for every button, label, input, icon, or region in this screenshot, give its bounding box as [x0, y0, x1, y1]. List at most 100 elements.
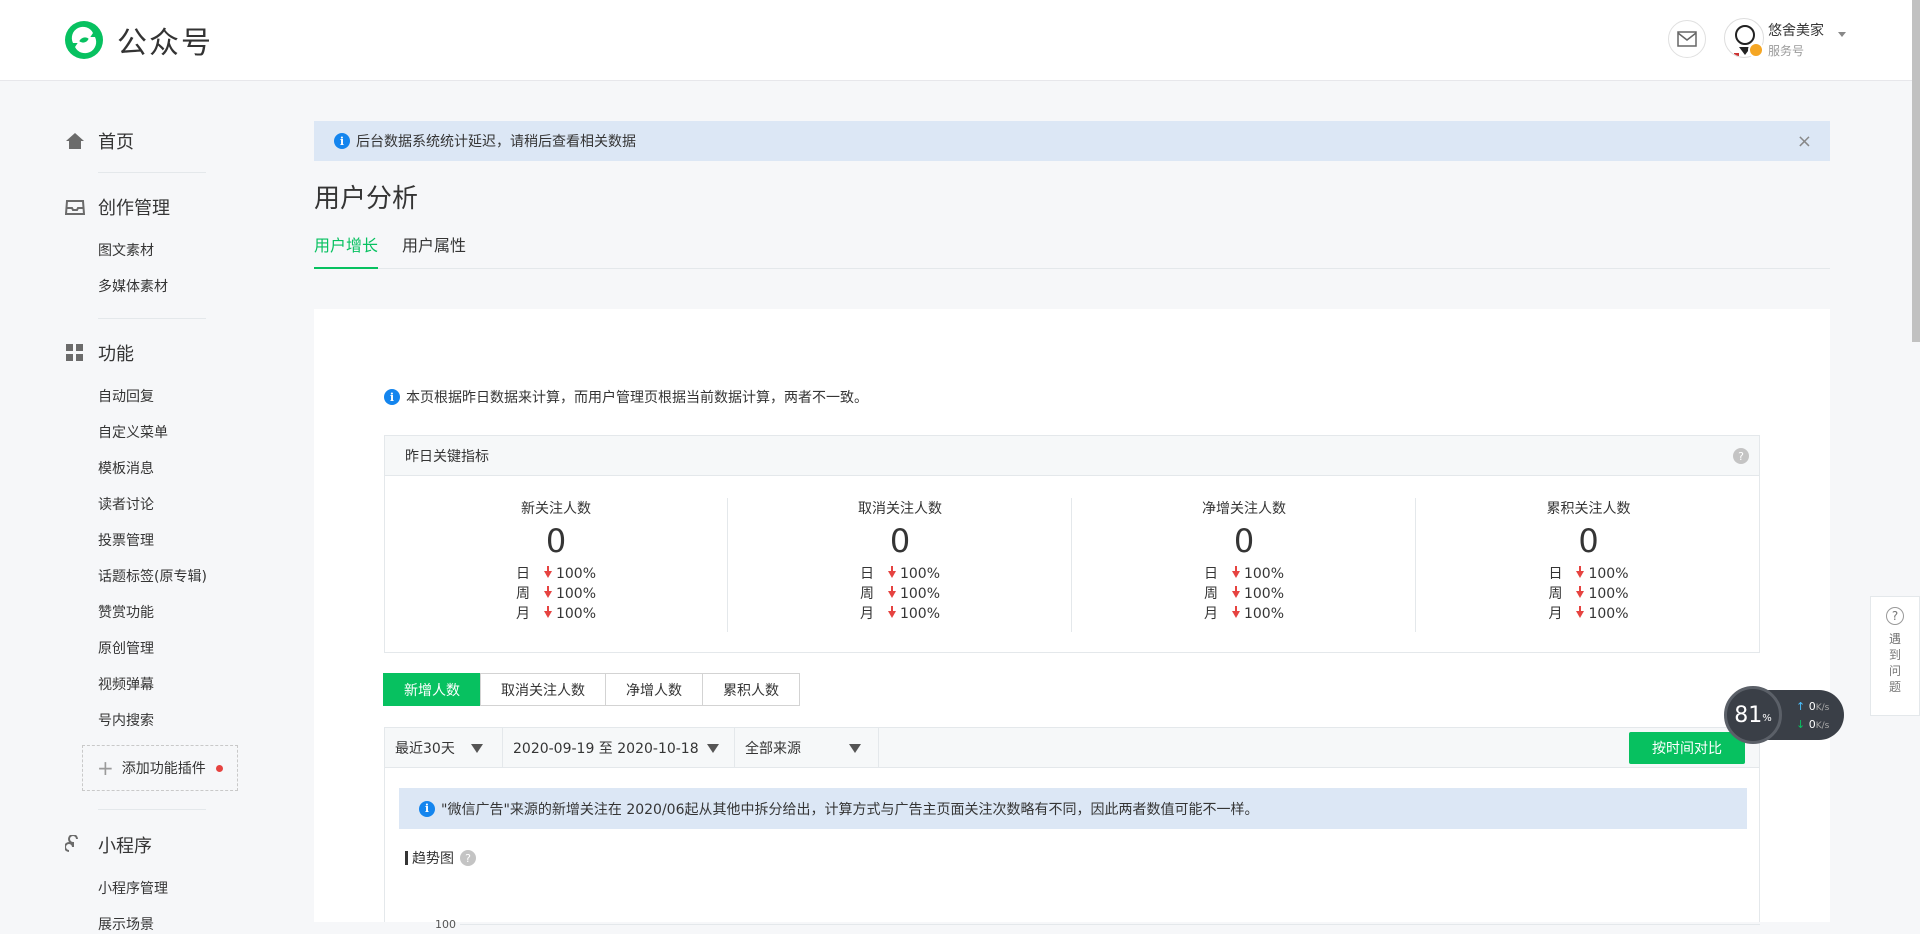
- sidebar-item-original[interactable]: 原创管理: [98, 638, 154, 658]
- key-metrics-header: 昨日关键指标 ?: [385, 436, 1759, 476]
- sidebar-item-reward[interactable]: 赞赏功能: [98, 602, 154, 622]
- date-range-value: 2020-09-19 至 2020-10-18: [513, 741, 699, 757]
- change-value: 100%: [1243, 606, 1285, 622]
- rate-unit: K/s: [1815, 721, 1830, 731]
- sidebar-item-label: 首页: [98, 132, 134, 153]
- kpi-value: 0: [1578, 522, 1599, 560]
- account-type: 服务号: [1768, 44, 1805, 58]
- period-label: 周: [515, 586, 530, 602]
- range-select[interactable]: 最近30天: [385, 728, 503, 768]
- info-icon: i: [384, 389, 400, 405]
- account-name[interactable]: 悠舍美家: [1768, 20, 1824, 40]
- sidebar-item-display-scenes[interactable]: 展示场景: [98, 914, 154, 934]
- kpi-change-month: 月 100%: [860, 604, 940, 624]
- arrow-down-icon: [887, 585, 896, 598]
- tab-bar: 用户增长 用户属性: [314, 232, 1830, 269]
- mail-button[interactable]: [1668, 20, 1706, 58]
- sidebar-item-auto-reply[interactable]: 自动回复: [98, 386, 154, 406]
- scrollbar[interactable]: [1912, 0, 1920, 342]
- arrow-down-icon: [543, 565, 552, 578]
- download-value: 0: [1808, 718, 1816, 731]
- period-label: 周: [1203, 586, 1218, 602]
- arrow-down-icon: [887, 605, 896, 618]
- ad-source-tip: i "微信广告"来源的新增关注在 2020/06起从其他中拆分给出，计算方式与广…: [399, 788, 1747, 829]
- speed-percent: 81: [1734, 702, 1763, 728]
- help-icon[interactable]: ?: [1733, 448, 1749, 464]
- sidebar-item-label: 功能: [98, 344, 134, 365]
- compare-by-time-button[interactable]: 按时间对比: [1629, 732, 1745, 764]
- download-speed: ↓ 0K/s: [1796, 718, 1829, 731]
- help-sidebar-button[interactable]: ? 遇到问题: [1870, 596, 1920, 716]
- sidebar-item-topic-tags[interactable]: 话题标签(原专辑): [98, 566, 207, 586]
- kpi-name: 取消关注人数: [858, 501, 942, 517]
- arrow-down-icon: [543, 605, 552, 618]
- chevron-down-icon[interactable]: [1838, 32, 1846, 37]
- sidebar-item-features[interactable]: 功能: [64, 340, 134, 366]
- kpi-change-day: 日 100%: [860, 564, 940, 584]
- sidebar-item-creation[interactable]: 创作管理: [64, 194, 170, 220]
- arrow-down-icon: [1231, 585, 1240, 598]
- speed-gauge: 81%: [1724, 686, 1782, 744]
- sidebar-item-custom-menu[interactable]: 自定义菜单: [98, 422, 168, 442]
- segment-net-growth[interactable]: 净增人数: [605, 673, 703, 706]
- close-icon[interactable]: ×: [1797, 131, 1812, 152]
- kpi-changes: 日 100% 周 100% 月 100%: [516, 564, 596, 624]
- sidebar-item-home[interactable]: 首页: [64, 128, 134, 154]
- trend-title-text: 趋势图: [412, 851, 454, 867]
- help-text: 遇到问题: [1888, 632, 1901, 694]
- upload-value: 0: [1808, 700, 1816, 713]
- kpi-value: 0: [889, 522, 911, 560]
- logo[interactable]: 公众号: [63, 18, 213, 62]
- arrow-down-icon: [543, 585, 552, 598]
- title-bar-marker: [405, 851, 408, 865]
- segment-cumulative[interactable]: 累积人数: [702, 673, 800, 706]
- sidebar-item-article-material[interactable]: 图文素材: [98, 240, 154, 260]
- sidebar-item-media-material[interactable]: 多媒体素材: [98, 276, 168, 296]
- sidebar-item-label: 创作管理: [98, 198, 170, 219]
- kpi-name: 累积关注人数: [1546, 501, 1631, 517]
- kpi-changes: 日 100% 周 100% 月 100%: [1548, 564, 1629, 624]
- arrow-down-icon: [887, 565, 896, 578]
- info-icon: i: [334, 133, 350, 149]
- period-label: 月: [859, 606, 874, 622]
- kpi-value: 0: [1233, 522, 1255, 560]
- trend-panel: 最近30天 2020-09-19 至 2020-10-18 全部来源 按时间对比…: [384, 727, 1760, 931]
- change-value: 100%: [555, 566, 597, 582]
- kpi-change-week: 周 100%: [516, 584, 596, 604]
- arrow-down-icon: [1231, 565, 1240, 578]
- sidebar-item-miniprogram-management[interactable]: 小程序管理: [98, 878, 168, 898]
- kpi-name: 净增关注人数: [1202, 501, 1286, 517]
- upload-speed: ↑ 0K/s: [1796, 700, 1829, 713]
- help-icon[interactable]: ?: [460, 850, 476, 866]
- network-speed-widget[interactable]: 81% ↑ 0K/s ↓ 0K/s: [1724, 686, 1844, 744]
- add-plugin-button[interactable]: + 添加功能插件: [82, 745, 238, 791]
- sidebar-item-video-danmaku[interactable]: 视频弹幕: [98, 674, 154, 694]
- segment-unfollows[interactable]: 取消关注人数: [480, 673, 606, 706]
- sidebar-item-in-account-search[interactable]: 号内搜索: [98, 710, 154, 730]
- date-range-picker[interactable]: 2020-09-19 至 2020-10-18: [503, 728, 735, 768]
- change-value: 100%: [1588, 566, 1629, 582]
- top-bar: 公众号 悠舍美家 服务号: [0, 0, 1920, 81]
- add-plugin-label: 添加功能插件: [121, 761, 206, 777]
- kpi-change-month: 月 100%: [516, 604, 596, 624]
- change-value: 100%: [555, 586, 597, 602]
- segment-new-users[interactable]: 新增人数: [383, 673, 481, 706]
- sidebar-item-template-message[interactable]: 模板消息: [98, 458, 154, 478]
- sidebar-item-label: 小程序: [98, 836, 152, 857]
- filter-bar: 最近30天 2020-09-19 至 2020-10-18 全部来源 按时间对比: [385, 728, 1759, 768]
- tab-user-growth[interactable]: 用户增长: [314, 232, 379, 269]
- sidebar-item-vote-management[interactable]: 投票管理: [98, 530, 154, 550]
- sidebar-item-reader-discussion[interactable]: 读者讨论: [98, 494, 154, 514]
- change-value: 100%: [1588, 586, 1629, 602]
- sidebar-item-miniprogram[interactable]: 小程序: [64, 832, 152, 858]
- tab-user-attributes[interactable]: 用户属性: [402, 232, 466, 269]
- change-value: 100%: [1243, 586, 1285, 602]
- kpi-change-month: 月 100%: [1204, 604, 1284, 624]
- period-label: 月: [1548, 606, 1563, 622]
- source-select[interactable]: 全部来源: [735, 728, 879, 768]
- plus-icon: +: [97, 756, 114, 780]
- change-value: 100%: [899, 566, 941, 582]
- miniprogram-icon: [64, 834, 86, 856]
- verified-badge-icon: [1748, 42, 1764, 58]
- arrow-up-icon: ↑: [1796, 700, 1809, 713]
